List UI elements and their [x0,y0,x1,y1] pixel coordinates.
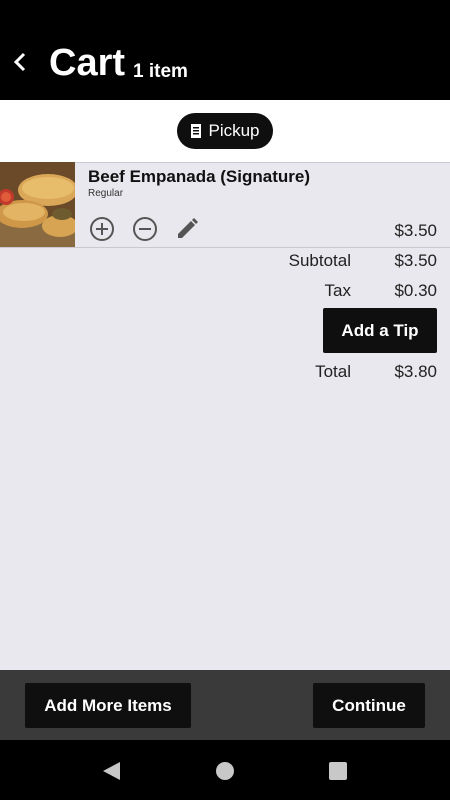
tax-row: Tax $0.30 [325,281,437,303]
back-button[interactable] [10,48,32,76]
header: Cart 1 item [0,0,450,100]
cart-item: Beef Empanada (Signature) Regular $3.50 [0,162,450,247]
continue-button[interactable]: Continue [313,683,425,728]
add-circle-icon [90,217,114,241]
chevron-left-icon [13,52,26,72]
total-row: Total $3.80 [315,362,437,384]
total-label: Total [315,362,351,381]
home-circle-icon [216,762,234,780]
system-nav-bar [0,740,450,800]
remove-circle-icon [133,217,157,241]
edit-pencil-icon [178,218,198,238]
system-home-button[interactable] [214,760,236,782]
recents-square-icon [329,762,347,780]
tax-value: $0.30 [394,281,437,300]
system-recents-button[interactable] [327,760,349,782]
page-title: Cart [49,42,126,84]
tax-label: Tax [324,281,351,300]
system-back-button[interactable] [101,760,123,782]
back-triangle-icon [103,762,120,780]
divider [0,247,450,248]
order-mode-bar: Pickup [0,100,450,162]
item-image [0,162,75,247]
pickup-label: Pickup [208,121,260,140]
total-value: $3.80 [394,362,437,381]
item-count: 1 item [133,61,188,82]
receipt-icon [191,124,202,138]
pickup-toggle[interactable]: Pickup [177,113,273,149]
add-tip-button[interactable]: Add a Tip [323,308,437,353]
bottom-action-bar: Add More Items Continue [0,670,450,740]
increase-quantity-button[interactable] [88,215,116,243]
item-price: $3.50 [394,221,437,240]
item-name: Beef Empanada (Signature) [88,167,310,186]
item-option: Regular [88,188,124,199]
add-more-items-button[interactable]: Add More Items [25,683,191,728]
subtotal-row: Subtotal $3.50 [289,251,437,273]
edit-item-button[interactable] [173,215,201,243]
decrease-quantity-button[interactable] [131,215,159,243]
subtotal-value: $3.50 [394,251,437,270]
subtotal-label: Subtotal [288,251,351,270]
